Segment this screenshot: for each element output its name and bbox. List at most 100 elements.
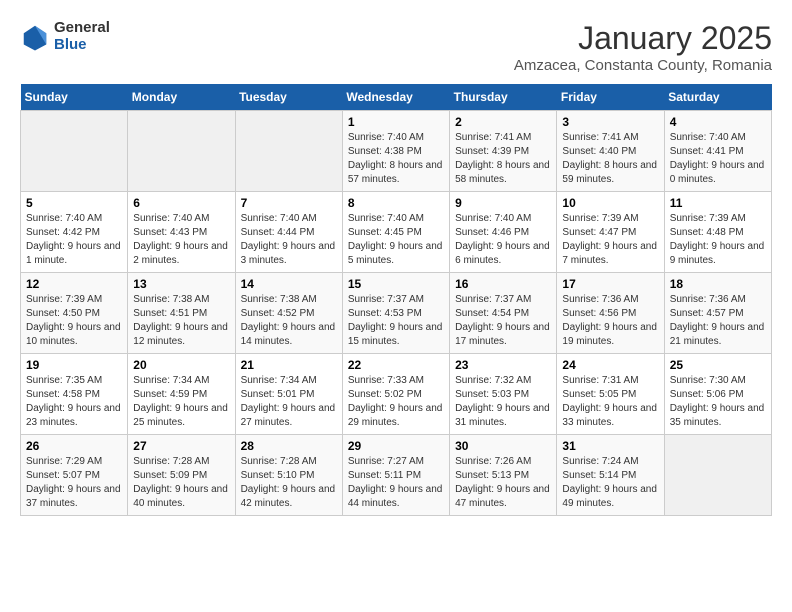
day-number: 27 [133,439,229,453]
day-number: 1 [348,115,444,129]
calendar-cell: 3 Sunrise: 7:41 AM Sunset: 4:40 PM Daylig… [557,111,664,192]
day-info: Sunrise: 7:28 AM Sunset: 5:10 PM Dayligh… [241,455,337,511]
day-number: 21 [241,358,337,372]
calendar-cell: 14 Sunrise: 7:38 AM Sunset: 4:52 PM Dayli… [235,273,342,354]
weekday-row: SundayMondayTuesdayWednesdayThursdayFrid… [21,84,772,111]
day-number: 28 [241,439,337,453]
day-info: Sunrise: 7:38 AM Sunset: 4:52 PM Dayligh… [241,293,337,349]
calendar-cell: 28 Sunrise: 7:28 AM Sunset: 5:10 PM Dayli… [235,435,342,516]
calendar-week-5: 26 Sunrise: 7:29 AM Sunset: 5:07 PM Dayli… [21,435,772,516]
day-info: Sunrise: 7:36 AM Sunset: 4:57 PM Dayligh… [670,293,766,349]
day-number: 20 [133,358,229,372]
day-info: Sunrise: 7:38 AM Sunset: 4:51 PM Dayligh… [133,293,229,349]
day-info: Sunrise: 7:27 AM Sunset: 5:11 PM Dayligh… [348,455,444,511]
calendar-cell: 18 Sunrise: 7:36 AM Sunset: 4:57 PM Dayli… [664,273,771,354]
calendar-week-1: 1 Sunrise: 7:40 AM Sunset: 4:38 PM Daylig… [21,111,772,192]
day-info: Sunrise: 7:37 AM Sunset: 4:54 PM Dayligh… [455,293,551,349]
weekday-header-saturday: Saturday [664,84,771,111]
day-info: Sunrise: 7:40 AM Sunset: 4:42 PM Dayligh… [26,212,122,268]
day-number: 23 [455,358,551,372]
calendar-header: SundayMondayTuesdayWednesdayThursdayFrid… [21,84,772,111]
calendar-cell: 5Sunrise: 7:40 AM Sunset: 4:42 PM Daylig… [21,192,128,273]
weekday-header-friday: Friday [557,84,664,111]
calendar-cell: 4 Sunrise: 7:40 AM Sunset: 4:41 PM Daylig… [664,111,771,192]
day-info: Sunrise: 7:39 AM Sunset: 4:48 PM Dayligh… [670,212,766,268]
weekday-header-wednesday: Wednesday [342,84,449,111]
page-header: General Blue January 2025 Amzacea, Const… [20,20,772,74]
day-number: 24 [562,358,658,372]
day-info: Sunrise: 7:37 AM Sunset: 4:53 PM Dayligh… [348,293,444,349]
day-info: Sunrise: 7:39 AM Sunset: 4:47 PM Dayligh… [562,212,658,268]
day-info: Sunrise: 7:40 AM Sunset: 4:38 PM Dayligh… [348,131,444,187]
day-info: Sunrise: 7:34 AM Sunset: 4:59 PM Dayligh… [133,374,229,430]
day-number: 7 [241,196,337,210]
calendar-table: SundayMondayTuesdayWednesdayThursdayFrid… [20,84,772,516]
day-info: Sunrise: 7:33 AM Sunset: 5:02 PM Dayligh… [348,374,444,430]
calendar-cell: 24 Sunrise: 7:31 AM Sunset: 5:05 PM Dayli… [557,354,664,435]
day-info: Sunrise: 7:35 AM Sunset: 4:58 PM Dayligh… [26,374,122,430]
calendar-week-2: 5Sunrise: 7:40 AM Sunset: 4:42 PM Daylig… [21,192,772,273]
day-info: Sunrise: 7:30 AM Sunset: 5:06 PM Dayligh… [670,374,766,430]
calendar-cell: 25Sunrise: 7:30 AM Sunset: 5:06 PM Dayli… [664,354,771,435]
day-number: 26 [26,439,122,453]
day-info: Sunrise: 7:40 AM Sunset: 4:45 PM Dayligh… [348,212,444,268]
calendar-cell: 19 Sunrise: 7:35 AM Sunset: 4:58 PM Dayli… [21,354,128,435]
day-number: 12 [26,277,122,291]
day-info: Sunrise: 7:39 AM Sunset: 4:50 PM Dayligh… [26,293,122,349]
calendar-cell: 2 Sunrise: 7:41 AM Sunset: 4:39 PM Daylig… [450,111,557,192]
calendar-cell: 26 Sunrise: 7:29 AM Sunset: 5:07 PM Dayli… [21,435,128,516]
day-number: 14 [241,277,337,291]
logo-icon [20,22,50,52]
day-number: 9 [455,196,551,210]
day-info: Sunrise: 7:34 AM Sunset: 5:01 PM Dayligh… [241,374,337,430]
day-info: Sunrise: 7:40 AM Sunset: 4:43 PM Dayligh… [133,212,229,268]
calendar-cell: 16 Sunrise: 7:37 AM Sunset: 4:54 PM Dayli… [450,273,557,354]
day-info: Sunrise: 7:24 AM Sunset: 5:14 PM Dayligh… [562,455,658,511]
calendar-cell: 29 Sunrise: 7:27 AM Sunset: 5:11 PM Dayli… [342,435,449,516]
calendar-cell: 10 Sunrise: 7:39 AM Sunset: 4:47 PM Dayli… [557,192,664,273]
calendar-cell: 7Sunrise: 7:40 AM Sunset: 4:44 PM Daylig… [235,192,342,273]
day-number: 10 [562,196,658,210]
logo-general-text: General [54,20,110,37]
calendar-cell: 31Sunrise: 7:24 AM Sunset: 5:14 PM Dayli… [557,435,664,516]
calendar-cell: 21 Sunrise: 7:34 AM Sunset: 5:01 PM Dayli… [235,354,342,435]
calendar-cell: 22Sunrise: 7:33 AM Sunset: 5:02 PM Dayli… [342,354,449,435]
day-info: Sunrise: 7:31 AM Sunset: 5:05 PM Dayligh… [562,374,658,430]
day-info: Sunrise: 7:32 AM Sunset: 5:03 PM Dayligh… [455,374,551,430]
weekday-header-monday: Monday [128,84,235,111]
day-number: 8 [348,196,444,210]
subtitle: Amzacea, Constanta County, Romania [514,57,772,74]
day-number: 18 [670,277,766,291]
day-number: 3 [562,115,658,129]
logo-text: General Blue [54,20,110,53]
calendar-cell: 1 Sunrise: 7:40 AM Sunset: 4:38 PM Daylig… [342,111,449,192]
day-info: Sunrise: 7:29 AM Sunset: 5:07 PM Dayligh… [26,455,122,511]
calendar-cell: 15 Sunrise: 7:37 AM Sunset: 4:53 PM Dayli… [342,273,449,354]
day-number: 15 [348,277,444,291]
calendar-cell: 30Sunrise: 7:26 AM Sunset: 5:13 PM Dayli… [450,435,557,516]
calendar-cell: 11Sunrise: 7:39 AM Sunset: 4:48 PM Dayli… [664,192,771,273]
day-info: Sunrise: 7:28 AM Sunset: 5:09 PM Dayligh… [133,455,229,511]
calendar-week-4: 19 Sunrise: 7:35 AM Sunset: 4:58 PM Dayli… [21,354,772,435]
calendar-cell: 20 Sunrise: 7:34 AM Sunset: 4:59 PM Dayli… [128,354,235,435]
day-info: Sunrise: 7:40 AM Sunset: 4:41 PM Dayligh… [670,131,766,187]
day-number: 17 [562,277,658,291]
day-info: Sunrise: 7:41 AM Sunset: 4:40 PM Dayligh… [562,131,658,187]
weekday-header-sunday: Sunday [21,84,128,111]
main-title: January 2025 [514,20,772,57]
calendar-cell: 17 Sunrise: 7:36 AM Sunset: 4:56 PM Dayli… [557,273,664,354]
title-block: January 2025 Amzacea, Constanta County, … [514,20,772,74]
calendar-cell: 6 Sunrise: 7:40 AM Sunset: 4:43 PM Daylig… [128,192,235,273]
day-number: 16 [455,277,551,291]
day-number: 6 [133,196,229,210]
day-number: 29 [348,439,444,453]
calendar-cell: 27 Sunrise: 7:28 AM Sunset: 5:09 PM Dayli… [128,435,235,516]
day-number: 4 [670,115,766,129]
day-number: 19 [26,358,122,372]
day-number: 2 [455,115,551,129]
day-info: Sunrise: 7:26 AM Sunset: 5:13 PM Dayligh… [455,455,551,511]
day-info: Sunrise: 7:40 AM Sunset: 4:46 PM Dayligh… [455,212,551,268]
calendar-cell [128,111,235,192]
day-info: Sunrise: 7:36 AM Sunset: 4:56 PM Dayligh… [562,293,658,349]
day-info: Sunrise: 7:41 AM Sunset: 4:39 PM Dayligh… [455,131,551,187]
